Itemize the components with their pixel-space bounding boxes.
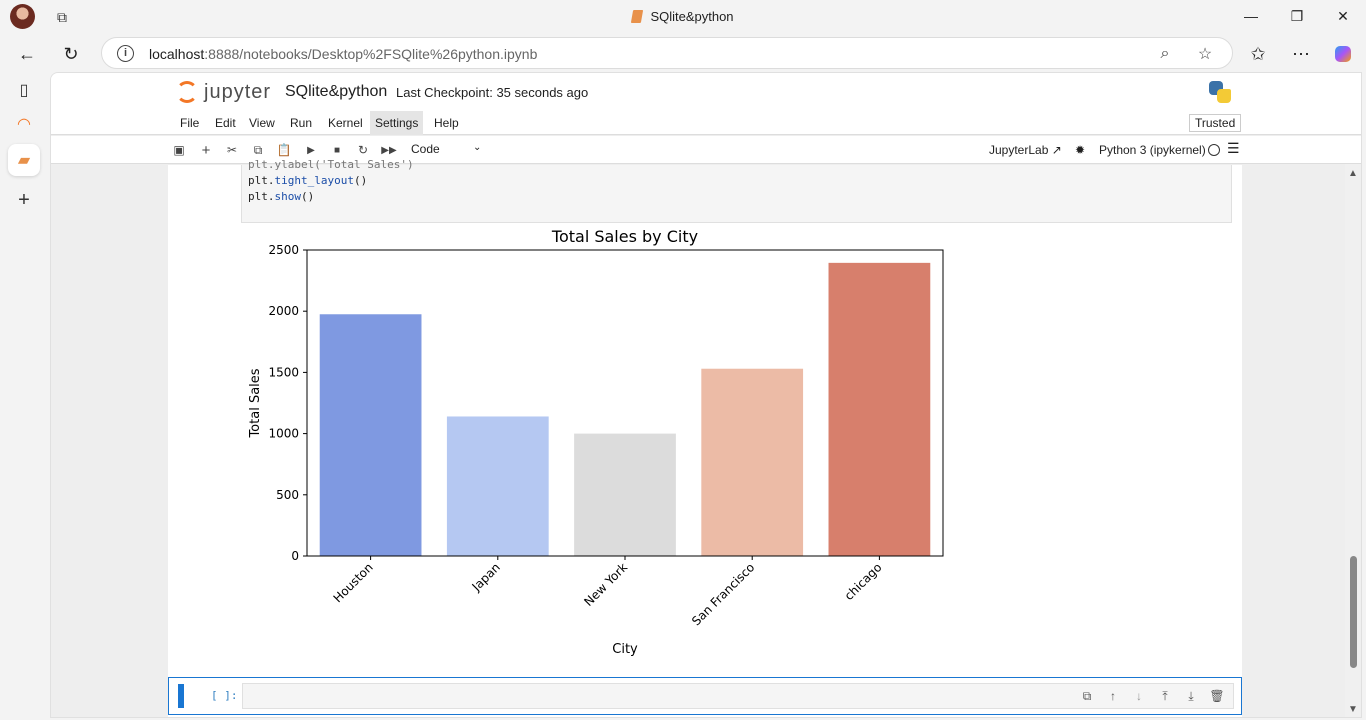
x-tick-label: chicago <box>842 560 885 603</box>
notebook-tab-active-icon[interactable]: ▰ <box>8 144 40 176</box>
jupyter-menubar: File Edit View Run Kernel Settings Help … <box>51 111 1361 135</box>
jupyter-logo-icon <box>176 81 198 103</box>
python-logo-icon <box>1209 81 1231 103</box>
page-scrollbar[interactable]: ▲ ▼ <box>1345 164 1361 717</box>
cell-type-label: Code <box>411 142 440 156</box>
insert-cell-plus-icon[interactable]: + <box>197 141 215 159</box>
menu-settings[interactable]: Settings <box>370 111 424 135</box>
back-arrow-icon[interactable]: ← <box>14 41 40 67</box>
duplicate-cell-icon[interactable]: ⧉ <box>1079 688 1095 704</box>
jupyter-header: jupyter SQlite&python Last Checkpoint: 3… <box>51 73 1361 111</box>
cell-type-select[interactable]: Code ⌄ <box>411 142 483 156</box>
chart-bar <box>574 433 676 556</box>
url-text[interactable]: localhost:8888/notebooks/Desktop%2FSQlit… <box>149 46 537 62</box>
y-tick-label: 1500 <box>268 365 299 379</box>
empty-code-cell[interactable]: [ ]: ⧉ ↑ ↓ ⤒ ⤓ 🗑 <box>168 677 1242 715</box>
notebook-tab-icon <box>631 10 644 23</box>
chevron-down-icon: ⌄ <box>473 142 482 153</box>
x-axis-label: City <box>612 642 638 657</box>
save-icon[interactable]: ▣ <box>170 141 188 159</box>
debugger-bug-icon[interactable]: ✹ <box>1075 143 1085 157</box>
close-button[interactable]: ✕ <box>1328 5 1358 27</box>
browser-sidebar: ▯ ◠ ▰ + <box>0 72 48 720</box>
browser-navbar: ← ↻ i localhost:8888/notebooks/Desktop%2… <box>0 34 1366 72</box>
scrollbar-thumb[interactable] <box>1350 556 1357 668</box>
code-cell-input[interactable]: plt.ylabel('Total Sales') plt.tight_layo… <box>241 158 1232 223</box>
jupyterlab-link[interactable]: JupyterLab ↗ <box>989 143 1062 157</box>
move-up-arrow-icon[interactable]: ↑ <box>1105 688 1121 704</box>
jupyter-logo-text: jupyter <box>204 80 272 103</box>
more-menu-icon[interactable]: ⋯ <box>1288 41 1314 67</box>
chart-bar <box>319 314 422 556</box>
site-info-icon[interactable]: i <box>117 45 134 62</box>
menu-kernel[interactable]: Kernel <box>323 111 368 135</box>
menu-file[interactable]: File <box>175 111 204 135</box>
y-tick-label: 2500 <box>268 243 299 257</box>
notebook-title[interactable]: SQlite&python <box>285 83 387 101</box>
external-link-icon: ↗ <box>1051 143 1062 157</box>
y-tick-label: 2000 <box>268 304 299 318</box>
insert-above-icon[interactable]: ⤒ <box>1157 688 1173 704</box>
y-tick-label: 0 <box>291 549 299 563</box>
tabs-panel-icon[interactable]: ▯ <box>8 74 40 106</box>
browser-titlebar: ⧉ SQlite&python — ❐ ✕ <box>0 0 1366 34</box>
code-line: plt.show() <box>248 190 315 203</box>
code-line-cut: plt.ylabel('Total Sales') <box>248 158 414 171</box>
delete-trash-icon[interactable]: 🗑 <box>1209 688 1225 704</box>
window-title-text: SQlite&python <box>650 9 734 24</box>
y-tick-label: 500 <box>276 488 299 502</box>
kernel-status-icon <box>1208 144 1220 156</box>
insert-below-icon[interactable]: ⤓ <box>1183 688 1199 704</box>
cell-prompt: [ ]: <box>211 689 238 702</box>
zoom-icon[interactable]: ⌕ <box>1154 43 1176 65</box>
minimize-button[interactable]: — <box>1236 5 1266 27</box>
restore-button[interactable]: ❐ <box>1282 5 1312 27</box>
cut-icon[interactable]: ✂ <box>223 141 241 159</box>
x-tick-label: Houston <box>331 560 376 605</box>
menu-run[interactable]: Run <box>285 111 317 135</box>
y-tick-label: 1000 <box>268 427 299 441</box>
trusted-indicator[interactable]: Trusted <box>1189 114 1242 132</box>
x-tick-label: Japan <box>469 560 503 594</box>
hamburger-menu-icon[interactable]: ☰ <box>1227 140 1240 157</box>
page-viewport: jupyter SQlite&python Last Checkpoint: 3… <box>50 72 1362 718</box>
chart-bar <box>701 368 804 556</box>
scroll-up-icon[interactable]: ▲ <box>1348 168 1358 179</box>
notebook-area: plt.ylabel('Total Sales') plt.tight_layo… <box>168 158 1242 717</box>
window-title: SQlite&python <box>0 9 1366 24</box>
chart-output: Total Sales by City 0 500 1000 1500 2000 2500 H… <box>241 227 961 667</box>
menu-edit[interactable]: Edit <box>210 111 241 135</box>
chart-title: Total Sales by City <box>551 227 698 246</box>
y-axis-label: Total Sales <box>248 368 263 438</box>
chart-bar <box>828 262 931 556</box>
chart-bar <box>446 416 549 556</box>
scroll-down-icon[interactable]: ▼ <box>1348 704 1358 715</box>
refresh-icon[interactable]: ↻ <box>58 41 84 67</box>
jupyter-logo[interactable]: jupyter <box>176 79 271 105</box>
checkpoint-status: Last Checkpoint: 35 seconds ago <box>396 85 589 100</box>
favorites-icon[interactable]: ✩ <box>1245 41 1271 67</box>
active-cell-marker <box>178 684 184 708</box>
new-tab-plus-icon[interactable]: + <box>8 184 40 216</box>
move-down-arrow-icon[interactable]: ↓ <box>1131 688 1147 704</box>
x-tick-label: New York <box>581 560 630 609</box>
favorite-star-icon[interactable]: ☆ <box>1194 43 1216 65</box>
menu-help[interactable]: Help <box>429 111 464 135</box>
jupyter-tab-icon[interactable]: ◠ <box>8 108 40 140</box>
kernel-name[interactable]: Python 3 (ipykernel) <box>1099 143 1206 157</box>
bar-chart: Total Sales by City 0 500 1000 1500 2000 2500 H… <box>248 227 944 657</box>
address-bar[interactable]: i localhost:8888/notebooks/Desktop%2FSQl… <box>101 37 1233 69</box>
copilot-icon[interactable] <box>1330 41 1356 67</box>
x-tick-label: San Francisco <box>689 560 757 628</box>
menu-view[interactable]: View <box>244 111 280 135</box>
code-line: plt.tight_layout() <box>248 174 368 187</box>
